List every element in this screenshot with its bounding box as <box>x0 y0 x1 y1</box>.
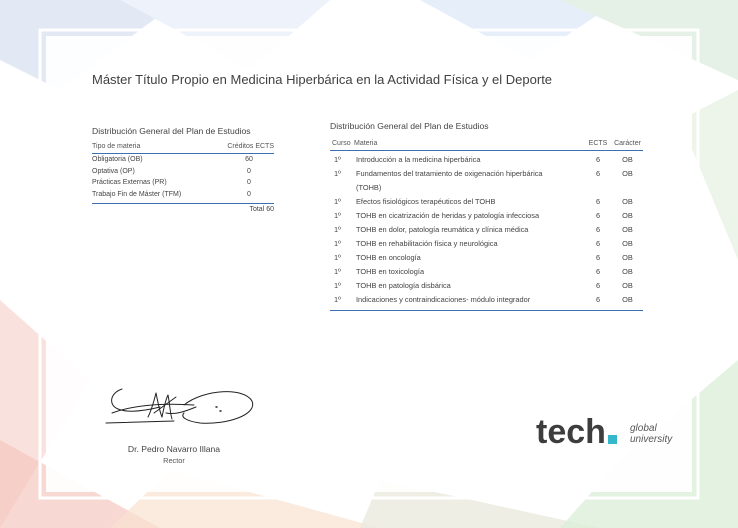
col-character-header: Carácter <box>614 140 641 147</box>
document-title: Máster Título Propio en Medicina Hiperbá… <box>92 72 553 87</box>
row-character: OB <box>622 169 633 178</box>
row-character: OB <box>622 225 633 234</box>
table-row-continuation: (TOHB) <box>330 181 643 195</box>
row-course: 1º <box>334 155 341 164</box>
tech-logo: tech global university <box>536 413 673 451</box>
row-course: 1º <box>334 239 341 248</box>
row-ects: 6 <box>595 155 601 164</box>
row-subject: TOHB en oncología <box>356 253 421 262</box>
row-ects: 6 <box>595 211 601 220</box>
row-course: 1º <box>334 253 341 262</box>
row-subject: TOHB en patología disbárica <box>356 281 451 290</box>
row-type: Optativa (OP) <box>92 167 135 175</box>
col-ects-header: ECTS <box>588 140 608 147</box>
row-character: OB <box>622 267 633 276</box>
table-row: Prácticas Externas (PR) 0 <box>92 177 274 189</box>
row-course: 1º <box>334 267 341 276</box>
row-ects: 6 <box>595 169 601 178</box>
row-course: 1º <box>334 295 341 304</box>
row-ects: 6 <box>595 197 601 206</box>
logo-line-global: global <box>630 423 657 434</box>
row-subject: Efectos fisiológicos terapéuticos del TO… <box>356 197 496 206</box>
row-course: 1º <box>334 281 341 290</box>
row-subject: Indicaciones y contraindicaciones- módul… <box>356 295 531 304</box>
row-course: 1º <box>334 211 341 220</box>
row-credits: 0 <box>247 190 251 198</box>
row-character: OB <box>622 155 633 164</box>
row-subject-continuation: (TOHB) <box>356 183 382 192</box>
row-ects: 6 <box>595 267 601 276</box>
row-type: Trabajo Fin de Máster (TFM) <box>92 190 182 198</box>
table-row: 1º Indicaciones y contraindicaciones- mó… <box>330 293 643 307</box>
row-character: OB <box>622 211 633 220</box>
summary-table: Distribución General del Plan de Estudio… <box>92 126 274 213</box>
row-ects: 6 <box>595 253 601 262</box>
row-ects: 6 <box>595 295 601 304</box>
row-type: Prácticas Externas (PR) <box>92 179 167 186</box>
summary-table-heading: Distribución General del Plan de Estudio… <box>92 126 251 136</box>
signature-graphic <box>105 388 254 424</box>
row-type: Obligatoria (OB) <box>92 156 143 163</box>
col-credits-header: Créditos ECTS <box>227 143 274 150</box>
subjects-table-heading: Distribución General del Plan de Estudio… <box>330 121 489 131</box>
logo-accent <box>608 435 617 444</box>
subjects-table: Distribución General del Plan de Estudio… <box>330 121 643 311</box>
row-character: OB <box>622 295 633 304</box>
row-character: OB <box>622 239 633 248</box>
signatory-role: Rector <box>163 456 185 465</box>
row-ects: 6 <box>595 225 601 234</box>
table-row: 1º TOHB en patología disbárica 6 OB <box>330 279 643 293</box>
table-row: 1º TOHB en toxicología 6 OB <box>330 265 643 279</box>
row-course: 1º <box>334 197 341 206</box>
row-credits: 0 <box>247 167 251 175</box>
row-subject: TOHB en toxicología <box>356 267 425 276</box>
summary-total: Total 60 <box>92 203 274 213</box>
row-ects: 6 <box>595 239 601 248</box>
row-course: 1º <box>334 225 341 234</box>
table-row: Trabajo Fin de Máster (TFM) 0 <box>92 189 274 201</box>
table-row: 1º Introducción a la medicina hiperbáric… <box>330 153 643 167</box>
col-type-header: Tipo de materia <box>92 143 141 150</box>
table-row: 1º TOHB en rehabilitación física y neuro… <box>330 237 643 251</box>
table-row: 1º TOHB en oncología 6 OB <box>330 251 643 265</box>
row-credits: 60 <box>245 156 253 163</box>
row-character: OB <box>622 253 633 262</box>
table-row: 1º TOHB en dolor, patología reumática y … <box>330 223 643 237</box>
signatory-name: Dr. Pedro Navarro Illana <box>127 444 221 454</box>
col-subject-header: Materia <box>354 140 378 147</box>
row-subject: TOHB en cicatrización de heridas y patol… <box>356 211 540 220</box>
table-row: 1º Fundamentos del tratamiento de oxigen… <box>330 167 643 181</box>
row-subject: TOHB en rehabilitación física y neurológ… <box>356 239 498 248</box>
row-course: 1º <box>334 169 341 178</box>
row-character: OB <box>622 197 633 206</box>
table-row: Obligatoria (OB) 60 <box>92 154 274 166</box>
subjects-table-header: Curso Materia ECTS Carácter <box>330 140 643 151</box>
table-row: 1º Efectos fisiológicos terapéuticos del… <box>330 195 643 209</box>
logo-wordmark: tech <box>536 413 606 451</box>
summary-table-header: Tipo de materia Créditos ECTS <box>92 143 274 154</box>
col-course-header: Curso <box>332 140 351 147</box>
row-character: OB <box>622 281 633 290</box>
row-subject: TOHB en dolor, patología reumática y clí… <box>356 225 529 234</box>
subjects-table-body: 1º Introducción a la medicina hiperbáric… <box>330 151 643 311</box>
row-subject: Introducción a la medicina hiperbárica <box>356 155 481 164</box>
logo-line-university: university <box>630 434 673 445</box>
table-row: 1º TOHB en cicatrización de heridas y pa… <box>330 209 643 223</box>
row-subject: Fundamentos del tratamiento de oxigenaci… <box>356 169 543 178</box>
table-row: Optativa (OP) 0 <box>92 166 274 178</box>
row-ects: 6 <box>595 281 601 290</box>
row-credits: 0 <box>247 179 251 186</box>
